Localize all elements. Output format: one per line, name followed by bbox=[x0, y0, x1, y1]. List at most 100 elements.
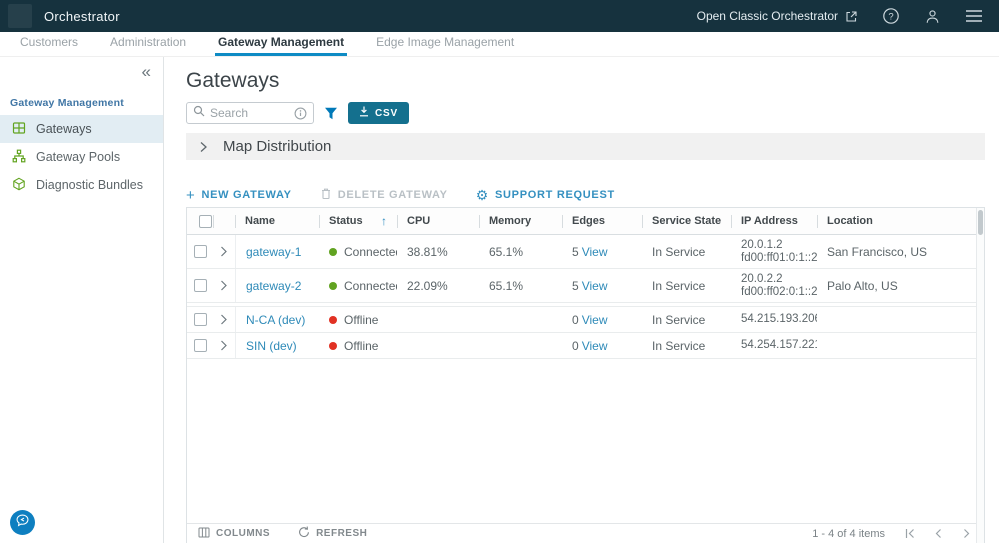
ip-address-cell: 20.0.1.2fd00:ff01:0:1::2 bbox=[731, 239, 817, 265]
search-input[interactable] bbox=[210, 106, 280, 120]
sidebar-item-label: Gateway Pools bbox=[36, 150, 120, 164]
table-footer: COLUMNS REFRESH 1 - 4 of 4 items bbox=[187, 523, 984, 543]
csv-export-button[interactable]: CSV bbox=[348, 102, 409, 124]
table-row[interactable]: gateway-2Connected22.09%65.1%5ViewIn Ser… bbox=[187, 269, 984, 303]
refresh-button[interactable]: REFRESH bbox=[298, 526, 367, 541]
sidebar-item-diagnostic-bundles[interactable]: Diagnostic Bundles bbox=[0, 171, 163, 199]
gateways-table: Name Status↑ CPU Memory Edges Service St… bbox=[186, 207, 985, 543]
sidebar-item-gateways[interactable]: Gateways bbox=[0, 115, 163, 143]
tab-administration[interactable]: Administration bbox=[110, 35, 186, 56]
edges-cell: 5View bbox=[562, 279, 642, 293]
row-expand-chevron[interactable] bbox=[213, 340, 235, 351]
row-expand-chevron[interactable] bbox=[213, 246, 235, 257]
top-bar: Orchestrator Open Classic Orchestrator ? bbox=[0, 0, 999, 32]
info-icon[interactable] bbox=[294, 107, 307, 120]
map-distribution-label: Map Distribution bbox=[223, 138, 331, 155]
table-scrollbar bbox=[976, 208, 984, 543]
status-cell: Connected bbox=[319, 245, 397, 259]
sort-asc-icon: ↑ bbox=[381, 214, 387, 228]
delete-gateway-button[interactable]: DELETE GATEWAY bbox=[320, 187, 448, 203]
ip-address-cell: 20.0.2.2fd00:ff02:0:1::2 bbox=[731, 273, 817, 299]
column-header-cpu[interactable]: CPU bbox=[397, 208, 479, 234]
gateway-name-link[interactable]: N-CA (dev) bbox=[235, 307, 319, 332]
row-expand-chevron[interactable] bbox=[213, 280, 235, 291]
sidebar-collapse-icon[interactable]: « bbox=[142, 63, 151, 80]
memory-cell: 65.1% bbox=[479, 279, 562, 293]
table-action-bar: + NEW GATEWAY DELETE GATEWAY ⚙ SUPPORT R… bbox=[186, 187, 985, 203]
row-checkbox[interactable] bbox=[187, 235, 213, 268]
map-distribution-panel[interactable]: Map Distribution bbox=[186, 133, 985, 160]
sidebar-item-label: Gateways bbox=[36, 122, 92, 136]
filter-icon[interactable] bbox=[324, 107, 338, 120]
gateway-name-link[interactable]: SIN (dev) bbox=[235, 333, 319, 358]
edges-cell: 5View bbox=[562, 245, 642, 259]
table-row[interactable]: gateway-1Connected38.81%65.1%5ViewIn Ser… bbox=[187, 235, 984, 269]
open-classic-orchestrator-label: Open Classic Orchestrator bbox=[697, 9, 838, 23]
cpu-cell: 22.09% bbox=[397, 279, 479, 293]
app-title: Orchestrator bbox=[44, 9, 120, 24]
table-row[interactable]: N-CA (dev)Offline0ViewIn Service54.215.1… bbox=[187, 307, 984, 333]
column-header-service-state[interactable]: Service State bbox=[642, 208, 731, 234]
sidebar-section-label: Gateway Management bbox=[10, 97, 163, 109]
table-header-row: Name Status↑ CPU Memory Edges Service St… bbox=[187, 208, 984, 235]
row-checkbox[interactable] bbox=[187, 333, 213, 358]
column-header-ip-address[interactable]: IP Address bbox=[731, 208, 817, 234]
memory-cell: 65.1% bbox=[479, 245, 562, 259]
sidebar-item-gateway-pools[interactable]: Gateway Pools bbox=[0, 143, 163, 171]
menu-icon[interactable] bbox=[965, 9, 983, 23]
support-request-button[interactable]: ⚙ SUPPORT REQUEST bbox=[476, 189, 615, 201]
row-checkbox[interactable] bbox=[187, 307, 213, 332]
gateway-name-link[interactable]: gateway-2 bbox=[235, 269, 319, 302]
edges-view-link[interactable]: View bbox=[582, 245, 608, 259]
service-state-cell: In Service bbox=[642, 245, 731, 259]
edges-view-link[interactable]: View bbox=[582, 313, 608, 327]
previous-page-icon[interactable] bbox=[933, 528, 944, 539]
column-header-location[interactable]: Location bbox=[817, 208, 984, 234]
app-logo bbox=[8, 4, 32, 28]
columns-button[interactable]: COLUMNS bbox=[198, 527, 270, 541]
search-icon bbox=[193, 104, 205, 122]
service-state-cell: In Service bbox=[642, 339, 731, 353]
first-page-icon[interactable] bbox=[905, 528, 916, 539]
next-page-icon[interactable] bbox=[961, 528, 972, 539]
table-body: gateway-1Connected38.81%65.1%5ViewIn Ser… bbox=[187, 235, 984, 523]
row-expand-chevron[interactable] bbox=[213, 314, 235, 325]
help-icon[interactable]: ? bbox=[882, 7, 900, 25]
trash-icon bbox=[320, 187, 332, 203]
chat-bubble-icon bbox=[15, 513, 30, 533]
svg-text:?: ? bbox=[888, 11, 893, 22]
table-empty-area bbox=[187, 359, 984, 523]
column-header-memory[interactable]: Memory bbox=[479, 208, 562, 234]
new-gateway-button[interactable]: + NEW GATEWAY bbox=[186, 189, 292, 201]
table-row[interactable]: SIN (dev)Offline0ViewIn Service54.254.15… bbox=[187, 333, 984, 359]
column-header-edges[interactable]: Edges bbox=[562, 208, 642, 234]
chevron-right-icon bbox=[199, 141, 208, 153]
open-classic-orchestrator-link[interactable]: Open Classic Orchestrator bbox=[697, 9, 858, 23]
location-cell: Palo Alto, US bbox=[817, 279, 984, 293]
scrollbar-thumb[interactable] bbox=[978, 210, 983, 235]
edges-view-link[interactable]: View bbox=[582, 279, 608, 293]
feedback-button[interactable] bbox=[10, 510, 35, 535]
gear-icon: ⚙ bbox=[476, 190, 489, 201]
csv-label: CSV bbox=[375, 108, 398, 119]
row-checkbox[interactable] bbox=[187, 269, 213, 302]
search-box bbox=[186, 102, 314, 124]
select-all-checkbox[interactable] bbox=[187, 208, 213, 234]
column-header-status[interactable]: Status↑ bbox=[319, 208, 397, 234]
status-cell: Offline bbox=[319, 339, 397, 353]
tab-edge-image-management[interactable]: Edge Image Management bbox=[376, 35, 514, 56]
tab-gateway-management[interactable]: Gateway Management bbox=[218, 35, 344, 56]
tab-customers[interactable]: Customers bbox=[20, 35, 78, 56]
user-icon[interactable] bbox=[924, 8, 941, 25]
column-header-name[interactable]: Name bbox=[235, 208, 319, 234]
refresh-icon bbox=[298, 526, 310, 541]
diagnostic-bundles-icon bbox=[12, 177, 26, 194]
gateway-name-link[interactable]: gateway-1 bbox=[235, 235, 319, 268]
gateways-icon bbox=[12, 121, 26, 138]
expand-column-header bbox=[213, 208, 235, 234]
plus-icon: + bbox=[186, 190, 195, 201]
ip-address-cell: 54.215.193.206 bbox=[731, 313, 817, 326]
ip-address-cell: 54.254.157.221 bbox=[731, 339, 817, 352]
columns-icon bbox=[198, 527, 210, 541]
edges-view-link[interactable]: View bbox=[582, 339, 608, 353]
